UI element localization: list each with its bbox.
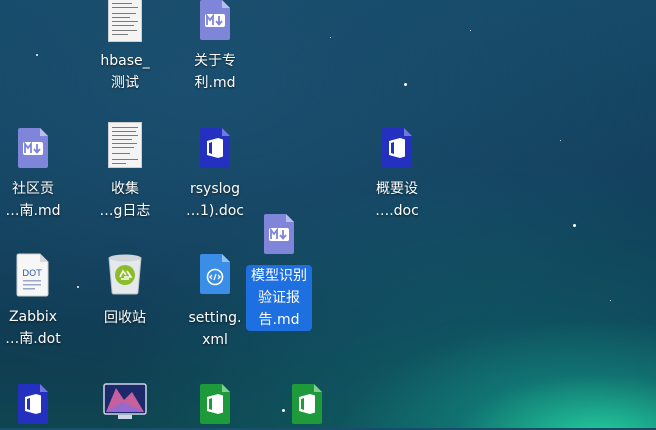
office-doc-icon	[382, 128, 412, 168]
star	[610, 300, 611, 301]
star	[404, 83, 407, 86]
star	[560, 140, 561, 141]
desktop-item-patent-md[interactable]: 关于专 利.md	[176, 0, 254, 96]
desktop-item-collect-log[interactable]: 收集 …g日志	[86, 122, 164, 222]
desktop-item-setting-xml[interactable]: setting. xml	[176, 250, 254, 350]
office-sheet-icon	[200, 384, 230, 424]
desktop-item-label: Zabbix …南.dot	[5, 309, 61, 347]
office-sheet-icon	[292, 384, 322, 424]
desktop-item-community-md[interactable]: 社区贡 …南.md	[0, 124, 72, 224]
svg-text:DOT: DOT	[22, 269, 42, 279]
markdown-icon	[264, 214, 294, 254]
star	[330, 37, 331, 38]
markdown-icon	[200, 0, 230, 40]
desktop-item-label: setting. xml	[188, 310, 242, 348]
desktop-item-label: hbase_ 测试	[100, 53, 150, 91]
desktop-item-label-selected: 模型识别 验证报 告.md	[246, 265, 312, 331]
desktop-item-bottom-sheet-2[interactable]	[268, 380, 346, 430]
desktop-item-label: 收集 …g日志	[99, 181, 151, 219]
star	[36, 54, 38, 56]
recycle-bin-icon	[108, 254, 142, 295]
desktop-item-label: 回收站	[104, 310, 146, 326]
document-thumbnail-icon	[108, 122, 142, 168]
star	[573, 224, 576, 227]
markdown-icon	[18, 128, 48, 168]
desktop-item-zabbix-dot[interactable]: DOT Zabbix …南.dot	[0, 250, 72, 350]
xml-file-icon	[200, 254, 230, 294]
star	[77, 286, 79, 288]
desktop-item-bottom-display[interactable]	[86, 382, 164, 430]
document-thumbnail-icon	[108, 0, 142, 42]
dot-template-icon: DOT	[16, 253, 49, 297]
desktop-item-overview-doc[interactable]: 概要设 ….doc	[358, 124, 436, 224]
star	[470, 30, 471, 31]
desktop-item-label: 关于专 利.md	[194, 53, 236, 91]
desktop-item-rsyslog-doc[interactable]: rsyslog …1).doc	[176, 124, 254, 224]
desktop-item-bottom-sheet-1[interactable]	[176, 380, 254, 430]
desktop[interactable]: hbase_ 测试 关于专 利.md 社区贡 …南.md 收集 …g日志 rsy…	[0, 0, 656, 428]
desktop-item-label: 社区贡 …南.md	[5, 181, 61, 219]
desktop-item-bottom-doc[interactable]	[0, 380, 72, 430]
display-settings-icon	[103, 383, 147, 419]
desktop-item-recycle-bin[interactable]: 回收站	[86, 250, 164, 330]
desktop-item-label: 概要设 ….doc	[375, 181, 419, 219]
office-doc-icon	[200, 128, 230, 168]
desktop-item-hbase[interactable]: hbase_ 测试	[86, 0, 164, 96]
office-doc-icon	[18, 384, 48, 424]
